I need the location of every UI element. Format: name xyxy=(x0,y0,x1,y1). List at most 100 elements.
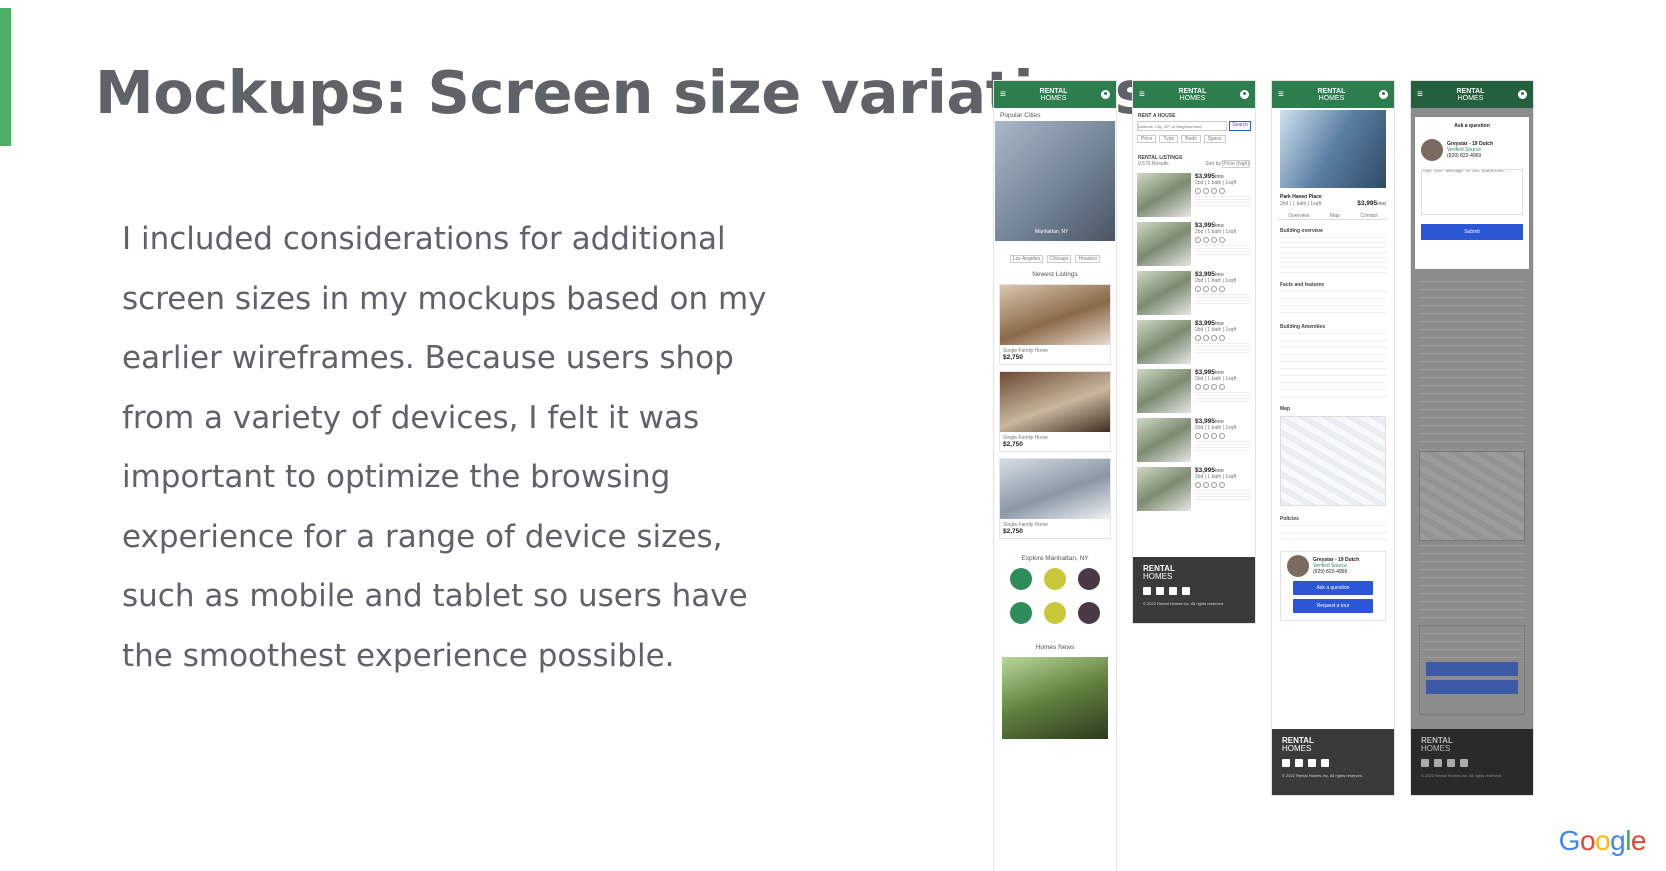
listing-row[interactable]: $3,995/mo 2bd | 1 bath | 1sqft xyxy=(1137,173,1251,217)
question-textarea[interactable] xyxy=(1421,169,1523,215)
mockup-header: ≡ RENTAL HOMES xyxy=(1411,81,1533,108)
city-caption: Manhattan, NY xyxy=(1035,229,1069,235)
copyright: © 2022 Rental Homes Inc. All rights rese… xyxy=(1421,773,1502,778)
tab-map[interactable]: Map xyxy=(1330,213,1340,219)
popular-cities-heading: Popular Cities xyxy=(1000,112,1041,119)
instagram-icon[interactable] xyxy=(1169,587,1177,595)
accent-bar xyxy=(0,8,11,146)
city-image[interactable]: Manhattan, NY xyxy=(995,121,1115,241)
agent-phone: (929) 822-4969 xyxy=(1447,153,1482,159)
facts-list xyxy=(1280,291,1386,315)
listing-card[interactable]: Single-Family Home $2,750 xyxy=(999,458,1111,539)
city-chip[interactable]: Chicago xyxy=(1047,255,1072,263)
pet-icon[interactable] xyxy=(1010,568,1032,590)
results-count: 9,576 Results xyxy=(1138,161,1169,167)
request-tour-button[interactable]: Request a tour xyxy=(1293,599,1373,613)
parking-icon[interactable] xyxy=(1078,568,1100,590)
listing-card[interactable]: Single-Family Home $2,750 xyxy=(999,371,1111,452)
listing-row[interactable]: $3,995/mo 2bd | 1 bath | 1sqft xyxy=(1137,418,1251,462)
brand-logo: RENTAL HOMES xyxy=(1317,87,1346,102)
city-chip[interactable]: Los Angeles xyxy=(1009,255,1044,263)
mockup-header: ≡ RENTAL HOMES xyxy=(1272,81,1394,108)
modal-title: Ask a question xyxy=(1454,123,1490,129)
mockup-mobile-listings: ≡ RENTAL HOMES RENT A HOUSE Search Price… xyxy=(1132,80,1256,624)
feature-icons xyxy=(1195,482,1251,488)
footer-brand: RENTAL HOMES xyxy=(1143,564,1175,581)
tab-contact[interactable]: Contact xyxy=(1360,213,1377,219)
copyright: © 2022 Rental Homes Inc. All rights rese… xyxy=(1282,773,1363,778)
menu-icon[interactable]: ≡ xyxy=(1000,89,1006,100)
youtube-icon xyxy=(1460,759,1468,767)
footer-brand: RENTAL HOMES xyxy=(1421,736,1453,753)
city-chip[interactable]: Houston xyxy=(1075,255,1101,263)
filter-dropdown[interactable]: Type xyxy=(1159,135,1179,143)
filter-row: Price Type Beds Specs xyxy=(1133,131,1255,147)
filter-dropdown[interactable]: Price xyxy=(1137,135,1157,143)
submit-button[interactable]: Submit xyxy=(1421,224,1523,240)
google-logo: Google xyxy=(1558,825,1647,856)
user-icon[interactable] xyxy=(1518,90,1527,99)
detail-tabs: Overview Map Contact xyxy=(1278,213,1388,220)
overview-heading: Building overview xyxy=(1280,228,1323,234)
property-photo[interactable] xyxy=(1280,110,1386,188)
listing-thumbnail xyxy=(1137,320,1191,364)
menu-icon[interactable]: ≡ xyxy=(1278,89,1284,100)
search-input[interactable] xyxy=(1137,121,1228,131)
row-specs: 2bd | 1 bath | 1sqft xyxy=(1195,474,1237,480)
listing-thumbnail xyxy=(1137,467,1191,511)
mockup-header: ≡ RENTAL HOMES xyxy=(1133,81,1255,108)
tree-icon[interactable] xyxy=(1010,602,1032,624)
tab-overview[interactable]: Overview xyxy=(1288,213,1309,219)
twitter-icon[interactable] xyxy=(1295,759,1303,767)
listing-card[interactable]: Single-Family Home $2,750 xyxy=(999,284,1111,365)
property-specs: 2bd | 1 bath | 1sqft xyxy=(1280,200,1322,207)
user-icon[interactable] xyxy=(1240,90,1249,99)
listing-row[interactable]: $3,995/mo 2bd | 1 bath | 1sqft xyxy=(1137,369,1251,413)
listing-rows: $3,995/mo 2bd | 1 bath | 1sqft $3,995/mo 2b… xyxy=(1133,173,1255,511)
menu-icon[interactable]: ≡ xyxy=(1417,89,1423,100)
food-icon[interactable] xyxy=(1078,602,1100,624)
mockup-footer: RENTAL HOMES © 2022 Rental Homes Inc. All… xyxy=(1133,557,1255,623)
filter-dropdown[interactable]: Beds xyxy=(1181,135,1201,143)
feature-icons xyxy=(1195,286,1251,292)
user-icon[interactable] xyxy=(1379,90,1388,99)
row-price: $3,995 xyxy=(1195,222,1215,229)
filter-dropdown[interactable]: Specs xyxy=(1203,135,1226,143)
user-icon[interactable] xyxy=(1101,90,1110,99)
property-price: $3,995 xyxy=(1357,200,1378,207)
row-price: $3,995 xyxy=(1195,320,1215,327)
mockup-mobile-home: ≡ RENTAL HOMES Popular Cities Manhattan,… xyxy=(993,80,1117,871)
listing-row[interactable]: $3,995/mo 2bd | 1 bath | 1sqft xyxy=(1137,467,1251,511)
city-chips: Los Angeles Chicago Houston xyxy=(994,255,1116,263)
mockup-footer: RENTAL HOMES © 2022 Rental Homes Inc. All… xyxy=(1411,729,1533,795)
ask-question-button[interactable]: Ask a question xyxy=(1293,581,1373,595)
listing-row[interactable]: $3,995/mo 2bd | 1 bath | 1sqft xyxy=(1137,271,1251,315)
youtube-icon[interactable] xyxy=(1182,587,1190,595)
sort-dropdown[interactable]: Price (high) xyxy=(1222,160,1250,168)
facebook-icon[interactable] xyxy=(1282,759,1290,767)
dimmed-tour-button xyxy=(1426,680,1518,694)
listing-row[interactable]: $3,995/mo 2bd | 1 bath | 1sqft xyxy=(1137,222,1251,266)
briefcase-icon[interactable] xyxy=(1044,602,1066,624)
brand-logo: RENTAL HOMES xyxy=(1178,87,1207,102)
row-specs: 2bd | 1 bath | 1sqft xyxy=(1195,425,1237,431)
twitter-icon[interactable] xyxy=(1156,587,1164,595)
slide-title: Mockups: Screen size variations xyxy=(95,58,1150,127)
news-image[interactable] xyxy=(1002,657,1108,739)
search-button[interactable]: Search xyxy=(1229,121,1251,131)
row-price: $3,995 xyxy=(1195,173,1215,180)
listing-row[interactable]: $3,995/mo 2bd | 1 bath | 1sqft xyxy=(1137,320,1251,364)
building-icon[interactable] xyxy=(1044,568,1066,590)
row-specs: 2bd | 1 bath | 1sqft xyxy=(1195,327,1237,333)
menu-icon[interactable]: ≡ xyxy=(1139,89,1145,100)
feature-icons xyxy=(1195,335,1251,341)
map-heading: Map xyxy=(1280,406,1290,412)
facebook-icon[interactable] xyxy=(1143,587,1151,595)
property-map[interactable] xyxy=(1280,416,1386,506)
instagram-icon[interactable] xyxy=(1308,759,1316,767)
agent-avatar xyxy=(1287,555,1309,577)
social-icons xyxy=(1143,587,1245,595)
mockup-mobile-modal: ≡ RENTAL HOMES Ask a question Greystar -… xyxy=(1410,80,1534,796)
policies-heading: Policies xyxy=(1280,516,1299,522)
youtube-icon[interactable] xyxy=(1321,759,1329,767)
